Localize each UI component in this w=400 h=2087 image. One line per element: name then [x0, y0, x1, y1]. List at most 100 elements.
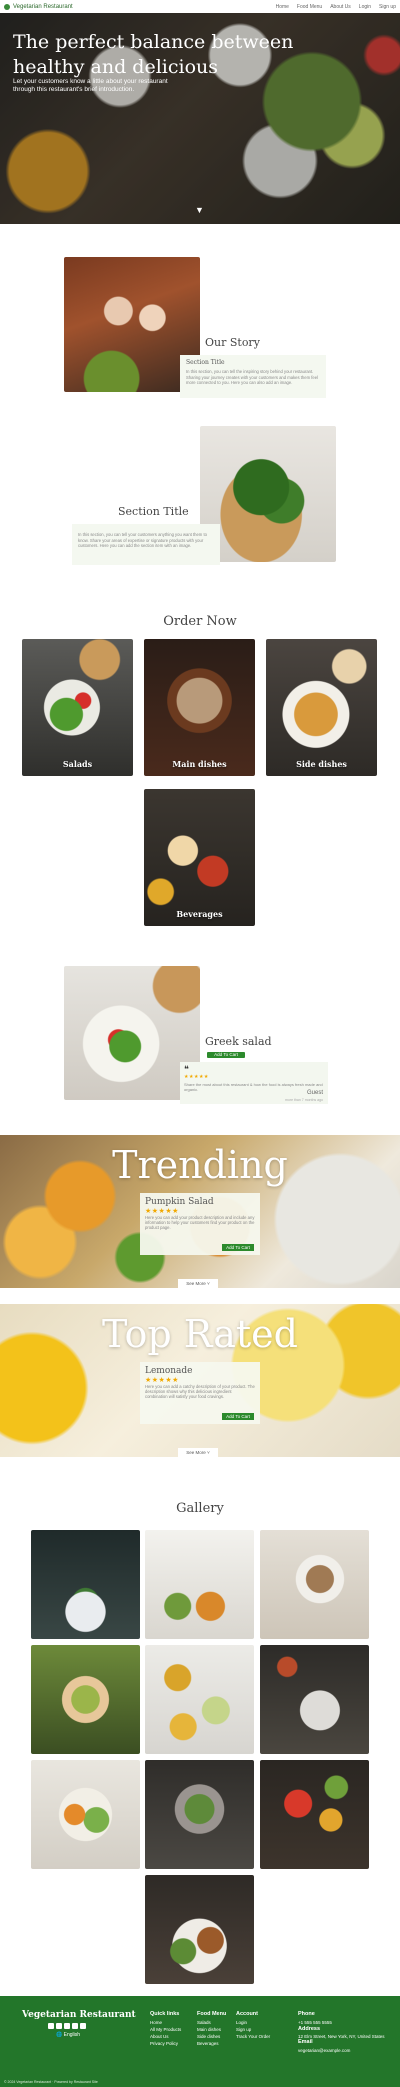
top-rated-stars: ★★★★★: [145, 1377, 179, 1384]
footer-link[interactable]: Track Your Order: [236, 2033, 270, 2040]
trending-item-name: Pumpkin Salad: [145, 1197, 214, 1207]
category-card-beverages[interactable]: Beverages: [144, 789, 255, 926]
story-card: Section Title In this section, you can t…: [180, 355, 326, 398]
top-rated-description: Here you can add a catchy description of…: [145, 1384, 255, 1400]
footer-brand: Vegetarian Restaurant: [22, 2010, 136, 2020]
top-nav: Vegetarian Restaurant Home Food Menu Abo…: [0, 0, 400, 13]
nav-link-login[interactable]: Login: [359, 4, 371, 10]
trending-stars: ★★★★★: [145, 1208, 179, 1215]
story-heading: Our Story: [205, 336, 260, 349]
pinterest-icon[interactable]: [80, 2023, 86, 2029]
reviewer-name: Guest: [306, 1090, 323, 1096]
footer-phone[interactable]: +1 555 555 5555: [298, 2019, 394, 2026]
section2-text: In this section, you can tell your custo…: [78, 532, 207, 548]
footer-link[interactable]: Home: [150, 2019, 181, 2026]
nav-link-signup[interactable]: Sign up: [379, 4, 396, 10]
review-text: Share the most about this restaurant & h…: [184, 1082, 323, 1092]
youtube-icon[interactable]: [72, 2023, 78, 2029]
footer-link[interactable]: Beverages: [197, 2040, 226, 2047]
twitter-icon[interactable]: [56, 2023, 62, 2029]
hero-subtitle: Let your customers know a little about y…: [13, 78, 168, 93]
top-rated-section: Top Rated Lemonade ★★★★★ Here you can ad…: [0, 1304, 400, 1457]
language-label: English: [63, 2032, 81, 2038]
top-rated-title: Top Rated: [102, 1312, 298, 1356]
category-card-side-dishes[interactable]: Side dishes: [266, 639, 377, 776]
top-rated-see-more-button[interactable]: See More ˅: [178, 1448, 218, 1457]
gallery-heading: Gallery: [176, 1501, 224, 1516]
chevron-down-icon: ˅: [207, 1281, 210, 1286]
category-card-salads[interactable]: Salads: [22, 639, 133, 776]
gallery-image[interactable]: [31, 1645, 140, 1754]
chevron-down-icon: ˅: [207, 1450, 210, 1455]
featured-add-to-cart-button[interactable]: Add To Cart: [207, 1052, 245, 1058]
footer-phone-heading: Phone: [298, 2011, 315, 2017]
review-card: ❝ ★★★★★ Share the most about this restau…: [180, 1062, 328, 1104]
order-now-heading: Order Now: [163, 614, 237, 629]
brand-name: Vegetarian Restaurant: [13, 3, 73, 10]
gallery-image[interactable]: [145, 1875, 254, 1984]
footer-link[interactable]: Side dishes: [197, 2033, 226, 2040]
top-rated-item-name: Lemonade: [145, 1366, 193, 1376]
category-label: Salads: [62, 759, 93, 769]
top-rated-card: Lemonade ★★★★★ Here you can add a catchy…: [140, 1362, 260, 1424]
footer-link[interactable]: Salads: [197, 2019, 226, 2026]
see-more-label: See More: [186, 1281, 206, 1286]
footer-food-menu: Food Menu Salads Main dishes Side dishes…: [197, 2011, 226, 2047]
nav-link-home[interactable]: Home: [276, 4, 289, 10]
facebook-icon[interactable]: [48, 2023, 54, 2029]
gallery-image[interactable]: [260, 1645, 369, 1754]
globe-icon: 🌐: [56, 2032, 63, 2038]
nav-link-food-menu[interactable]: Food Menu: [297, 4, 322, 10]
footer-link[interactable]: All My Products: [150, 2026, 181, 2033]
gallery-image[interactable]: [145, 1645, 254, 1754]
hero-banner: The perfect balance between healthy and …: [0, 13, 400, 224]
footer-link[interactable]: Main dishes: [197, 2026, 226, 2033]
section2-image: [200, 426, 336, 562]
footer-link[interactable]: About Us: [150, 2033, 181, 2040]
hero-title: The perfect balance between healthy and …: [13, 31, 294, 78]
footer-address-heading: Address: [298, 2026, 321, 2032]
language-selector[interactable]: 🌐 English: [56, 2032, 80, 2038]
featured-name: Greek salad: [205, 1035, 272, 1048]
story-card-title: Section Title: [186, 359, 225, 366]
top-rated-add-to-cart-button[interactable]: Add To Cart: [222, 1413, 254, 1420]
brand[interactable]: Vegetarian Restaurant: [4, 3, 73, 10]
trending-section: Trending Pumpkin Salad ★★★★★ Here you ca…: [0, 1135, 400, 1288]
gallery-image[interactable]: [31, 1760, 140, 1869]
nav-links: Home Food Menu About Us Login Sign up: [276, 4, 396, 10]
quote-icon: ❝: [184, 1065, 189, 1075]
site-footer: Vegetarian Restaurant 🌐 English Quick li…: [0, 1996, 400, 2087]
footer-quick-links: Quick links Home All My Products About U…: [150, 2011, 181, 2047]
section2-heading: Section Title: [118, 505, 189, 518]
gallery-image[interactable]: [260, 1760, 369, 1869]
category-label: Main dishes: [172, 759, 227, 769]
review-time: more than 7 months ago: [285, 1098, 323, 1102]
footer-col-heading: Quick links: [150, 2011, 180, 2017]
category-label: Beverages: [176, 909, 223, 919]
section2-card: In this section, you can tell your custo…: [72, 524, 220, 565]
trending-description: Here you can add your product descriptio…: [145, 1215, 255, 1231]
footer-email-heading: Email: [298, 2039, 313, 2045]
copyright: © 2024 Vegetarian Restaurant · Powered b…: [4, 2080, 98, 2084]
footer-link[interactable]: Login: [236, 2019, 270, 2026]
gallery-image[interactable]: [31, 1530, 140, 1639]
trending-add-to-cart-button[interactable]: Add To Cart: [222, 1244, 254, 1251]
trending-title: Trending: [112, 1143, 288, 1187]
nav-link-about[interactable]: About Us: [330, 4, 351, 10]
gallery-image[interactable]: [145, 1530, 254, 1639]
footer-link[interactable]: Sign up: [236, 2026, 270, 2033]
footer-email[interactable]: vegetarian@example.com: [298, 2047, 394, 2054]
social-links: [48, 2023, 86, 2029]
gallery-image[interactable]: [145, 1760, 254, 1869]
leaf-logo-icon: [4, 3, 10, 10]
trending-see-more-button[interactable]: See More ˅: [178, 1279, 218, 1288]
gallery-image[interactable]: [260, 1530, 369, 1639]
footer-col-heading: Food Menu: [197, 2011, 227, 2017]
footer-link[interactable]: Privacy Policy: [150, 2040, 181, 2047]
trending-card: Pumpkin Salad ★★★★★ Here you can add you…: [140, 1193, 260, 1255]
category-card-main-dishes[interactable]: Main dishes: [144, 639, 255, 776]
footer-account: Account Login Sign up Track Your Order: [236, 2011, 270, 2040]
footer-col-heading: Account: [236, 2011, 258, 2017]
instagram-icon[interactable]: [64, 2023, 70, 2029]
chevron-down-icon[interactable]: ▼: [195, 205, 204, 215]
